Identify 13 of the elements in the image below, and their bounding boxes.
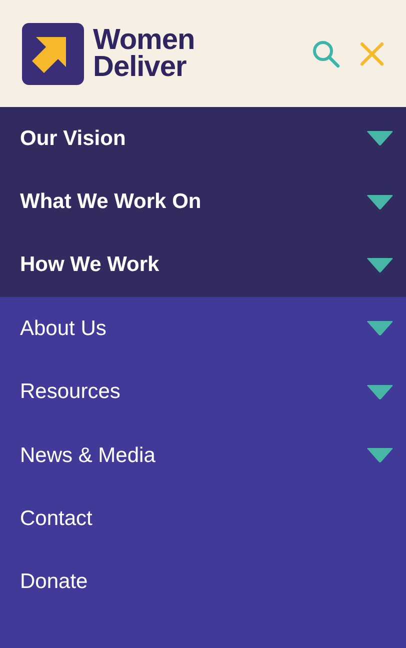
caret-icon [367,321,393,336]
caret-icon [367,258,393,273]
menu-item[interactable]: What We Work On [0,170,406,234]
caret-icon [367,448,393,464]
arrow-logo-icon [22,22,84,84]
caret-icon [367,131,393,146]
caret-icon [367,194,393,210]
menu-item[interactable]: How We Work [0,234,406,298]
caret-icon [367,384,393,400]
search-icon[interactable] [312,40,340,68]
close-icon[interactable] [360,42,384,66]
logo-text[interactable]: Women Deliver [93,26,213,80]
menu-item[interactable]: Our Vision [0,107,406,170]
